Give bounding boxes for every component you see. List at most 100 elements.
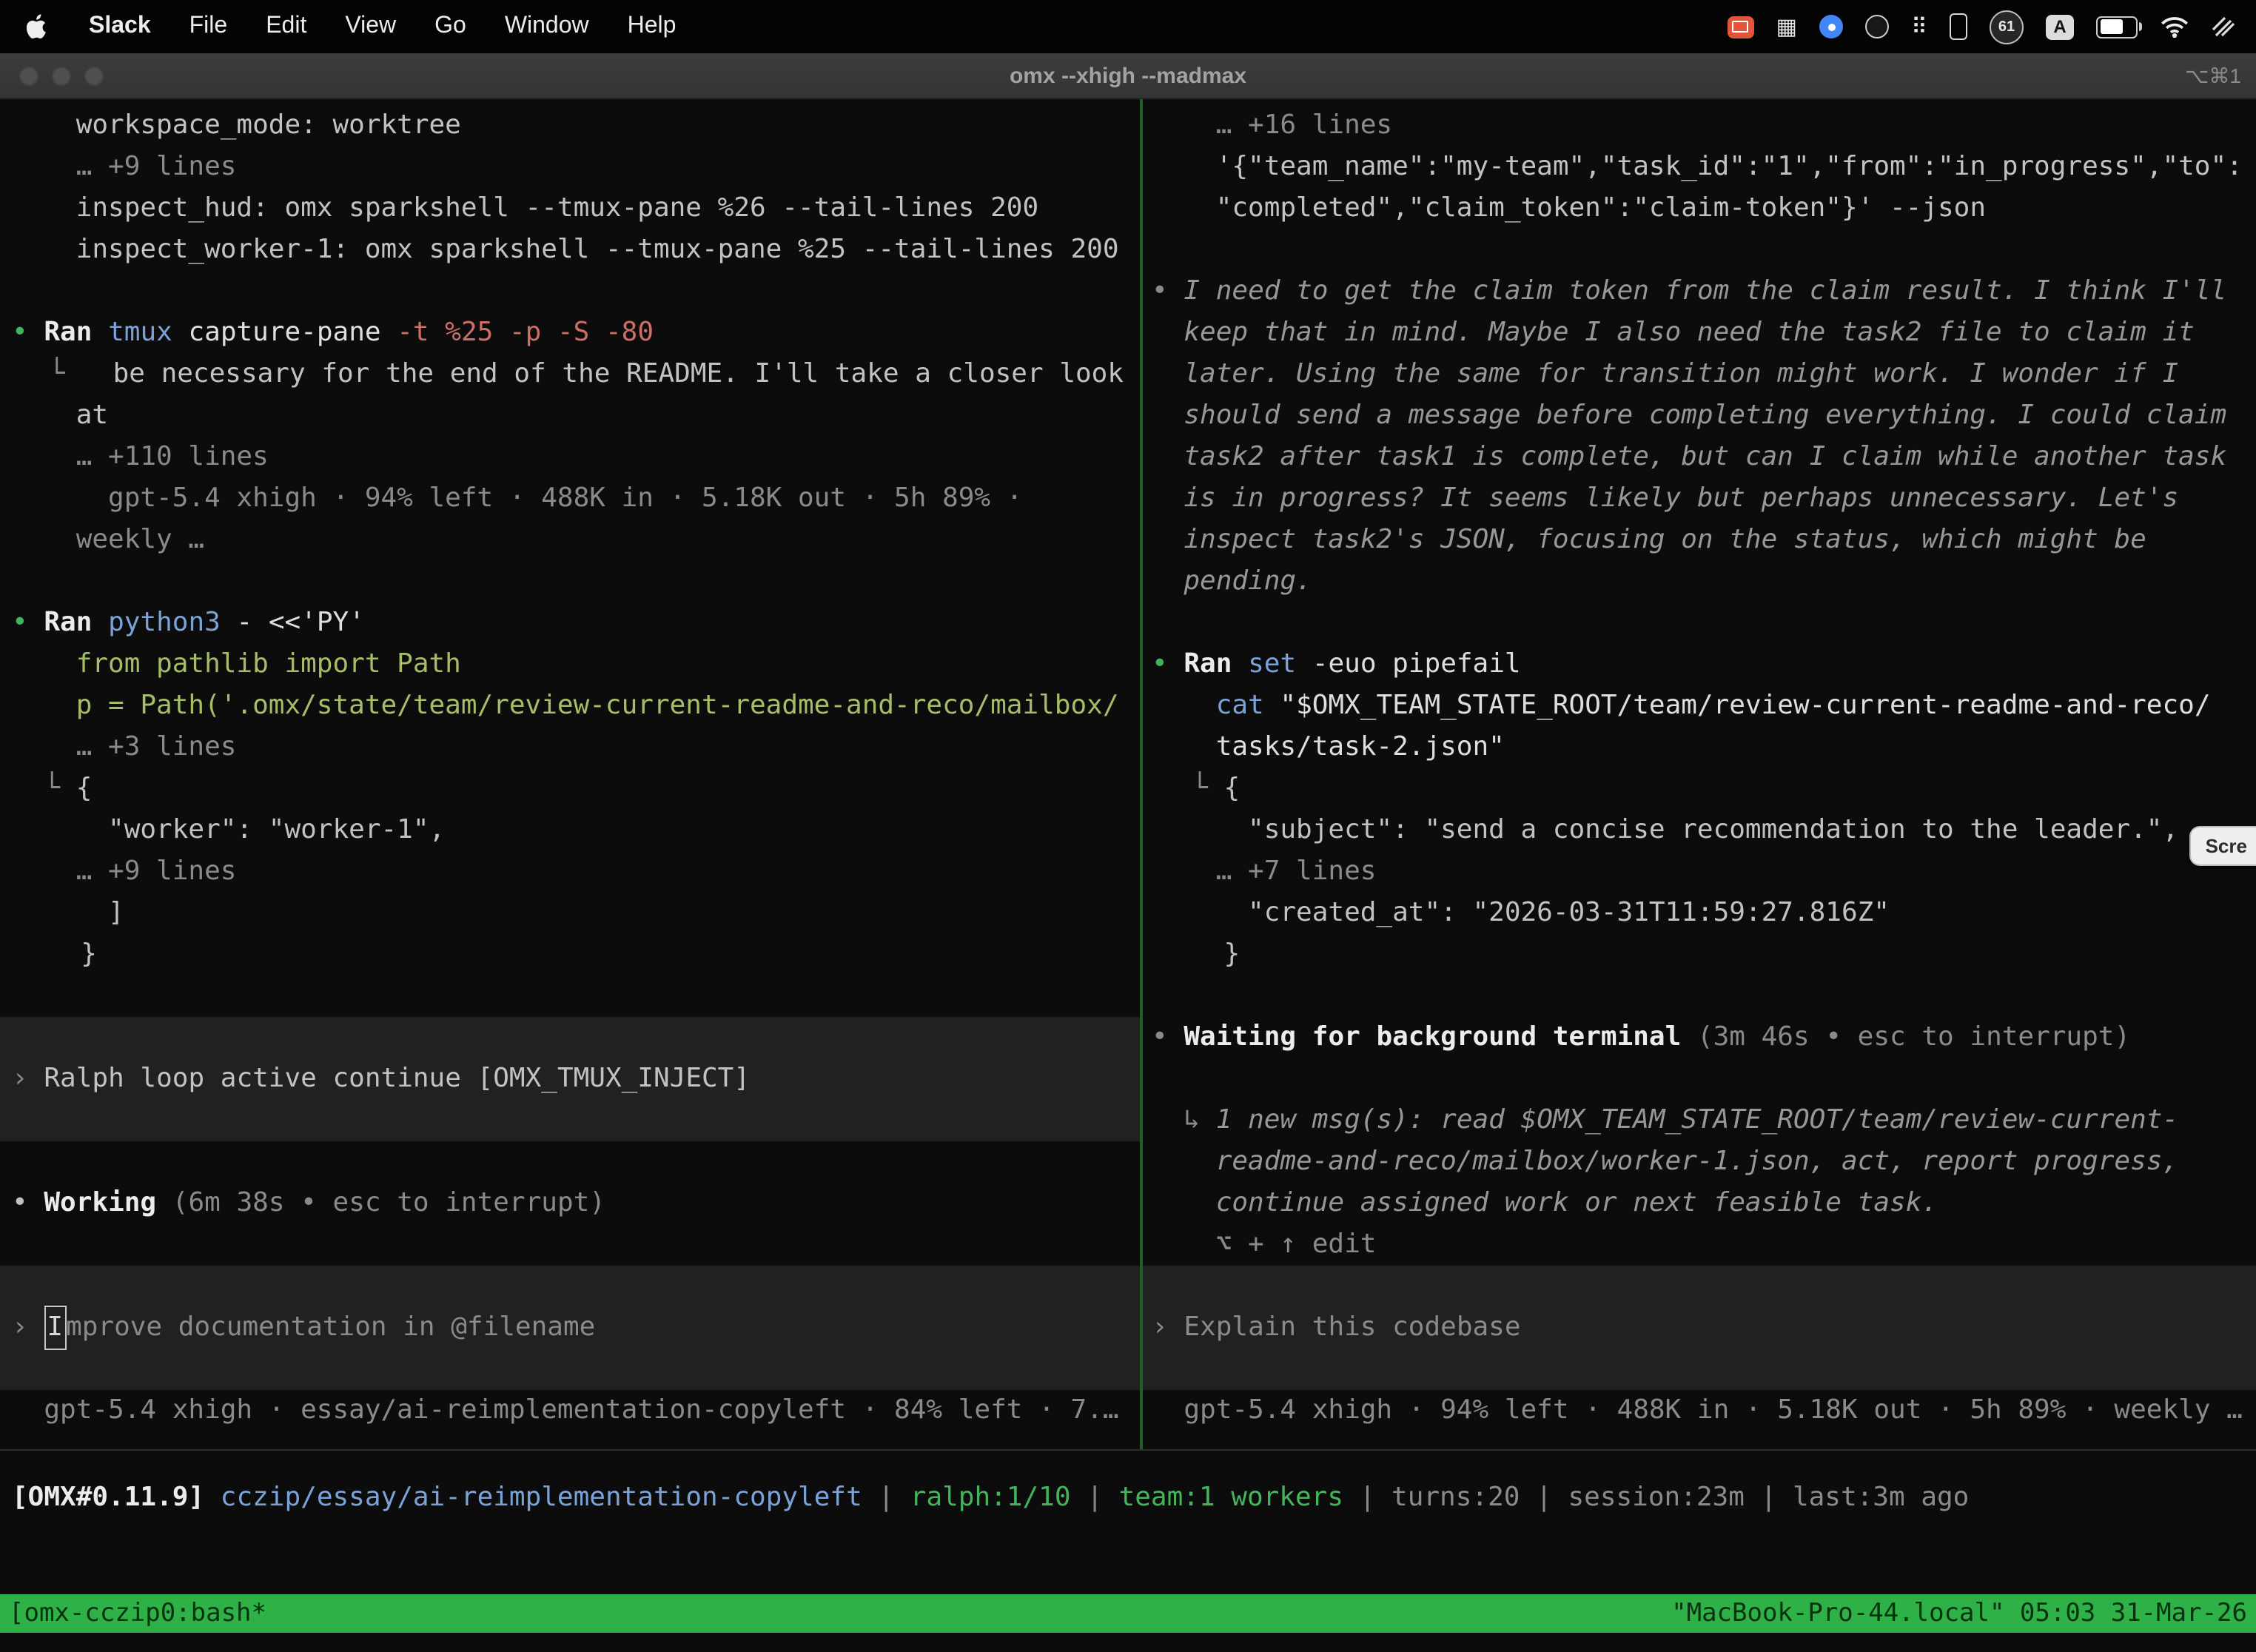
- window-title: omx --xhigh --madmax: [0, 63, 2256, 88]
- terminal-line: "created_at": "2026-03-31T11:59:27.816Z": [1143, 893, 2256, 934]
- text-segment: turns:20: [1391, 1482, 1520, 1513]
- text-segment: I need to get the claim token from the c…: [1184, 275, 2226, 306]
- text-segment: }: [1224, 939, 1241, 970]
- text-segment: later. Using the same for transition mig…: [1184, 358, 2178, 389]
- apps-grid-icon[interactable]: ⠿: [1911, 13, 1927, 40]
- terminal: workspace_mode: worktree … +9 lines inspec…: [0, 99, 2256, 1449]
- terminal-line: [0, 976, 1140, 1017]
- terminal-line: continue assigned work or next feasible …: [1143, 1183, 2256, 1224]
- terminal-line: '{"team_name":"my-team","task_id":"1","f…: [1143, 147, 2256, 188]
- dark-app-icon[interactable]: [1865, 15, 1889, 38]
- terminal-line: from pathlib import Path: [0, 644, 1140, 685]
- terminal-line: [0, 271, 1140, 312]
- battery-fill: [2100, 19, 2123, 34]
- terminal-line: • Waiting for background terminal (3m 46…: [1143, 1017, 2256, 1058]
- terminal-line: gpt-5.4 xhigh · essay/ai-reimplementatio…: [0, 1390, 1140, 1431]
- text-segment: 1 new msg(s): read $OMX_TEAM_STATE_ROOT/…: [1216, 1104, 2178, 1135]
- battery-percent-badge[interactable]: 61: [1990, 10, 2024, 44]
- text-segment: Waiting for background terminal: [1184, 1021, 1697, 1052]
- text-segment: ›: [12, 1058, 44, 1100]
- terminal-line: • I need to get the claim token from the…: [1143, 271, 2256, 312]
- text-segment: |: [862, 1482, 910, 1513]
- terminal-line: … +9 lines: [0, 147, 1140, 188]
- text-segment: ralph:1/10: [910, 1482, 1071, 1513]
- terminal-line: └ be necessary for the end of the README…: [0, 354, 1140, 395]
- text-segment: capture-pane: [188, 317, 397, 348]
- text-segment: Ran: [44, 317, 108, 348]
- terminal-line: readme-and-reco/mailbox/worker-1.json, a…: [1143, 1141, 2256, 1183]
- terminal-line: gpt-5.4 xhigh · 94% left · 488K in · 5.1…: [0, 478, 1140, 520]
- text-segment: inspect_worker-1: omx sparkshell --tmux-…: [76, 234, 1119, 265]
- terminal-line: should send a message before completing …: [1143, 395, 2256, 437]
- text-segment: [204, 1482, 221, 1513]
- text-segment: (3m 46s • esc to interrupt): [1697, 1021, 2130, 1052]
- terminal-line: └ {: [0, 768, 1140, 810]
- text-segment: Ran: [44, 607, 108, 638]
- terminal-line: • Ran tmux capture-pane -t %25 -p -S -80: [0, 312, 1140, 354]
- text-segment: Ran: [1184, 648, 1248, 679]
- text-segment: ⌥ + ↑ edit: [1216, 1229, 1377, 1260]
- terminal-line: [1143, 602, 2256, 644]
- text-segment: team:1 workers: [1119, 1482, 1343, 1513]
- menu-item-file[interactable]: File: [170, 13, 247, 40]
- terminal-line: p = Path('.omx/state/team/review-current…: [0, 685, 1140, 727]
- terminal-line: [1143, 229, 2256, 271]
- screen-recording-icon[interactable]: [1728, 16, 1754, 38]
- terminal-line: [1143, 1058, 2256, 1100]
- input-source-icon[interactable]: A: [2046, 14, 2074, 39]
- terminal-line: gpt-5.4 xhigh · 94% left · 488K in · 5.1…: [1143, 1390, 2256, 1431]
- text-segment: p = Path('.omx/state/team/review-current…: [76, 690, 1119, 721]
- battery-icon[interactable]: [2096, 16, 2138, 38]
- terminal-line: [0, 1224, 1140, 1266]
- signal-icon[interactable]: [2212, 16, 2235, 37]
- terminal-line: workspace_mode: worktree: [0, 105, 1140, 147]
- tmux-pane-right[interactable]: … +16 lines'{"team_name":"my-team","task…: [1143, 99, 2256, 1449]
- screen-overlay-tooltip[interactable]: Scre: [2189, 826, 2256, 866]
- menu-item-help[interactable]: Help: [608, 13, 696, 40]
- text-segment: readme-and-reco/mailbox/worker-1.json, a…: [1216, 1146, 2178, 1177]
- text-segment: tmux: [108, 317, 188, 348]
- terminal-line: later. Using the same for transition mig…: [1143, 354, 2256, 395]
- menu-app-name[interactable]: Slack: [70, 13, 170, 40]
- text-segment: |: [1745, 1482, 1793, 1513]
- omx-status-line: [OMX#0.11.9] cczip/essay/ai-reimplementa…: [0, 1451, 2256, 1519]
- text-segment: … +3 lines: [76, 731, 237, 762]
- terminal-line: "completed","claim_token":"claim-token"}…: [1143, 188, 2256, 229]
- terminal-line: }: [0, 934, 1140, 976]
- terminal-line: └ {: [1143, 768, 2256, 810]
- text-segment: •: [12, 607, 44, 638]
- text-segment: •: [12, 1187, 44, 1218]
- window-titlebar[interactable]: omx --xhigh --madmax ⌥⌘1: [0, 53, 2256, 99]
- battery-nub: [2138, 22, 2142, 31]
- terminal-line: [0, 561, 1140, 602]
- apple-logo-icon: [27, 13, 49, 40]
- text-segment: from pathlib import Path: [76, 648, 461, 679]
- apple-menu[interactable]: [0, 13, 70, 40]
- text-segment: ]: [108, 897, 124, 928]
- text-segment: inspect task2's JSON, focusing on the st…: [1184, 524, 2146, 555]
- text-segment: ↳: [1184, 1104, 1215, 1135]
- text-segment: Ralph loop active continue [OMX_TMUX_INJ…: [44, 1058, 750, 1100]
- device-icon[interactable]: [1950, 13, 1967, 40]
- text-segment: workspace_mode: worktree: [76, 110, 461, 141]
- grid-icon[interactable]: ▦: [1776, 13, 1797, 40]
- blue-app-icon[interactable]: [1819, 15, 1843, 38]
- text-segment: … +9 lines: [76, 856, 237, 887]
- menu-item-edit[interactable]: Edit: [246, 13, 326, 40]
- text-segment: }: [81, 939, 97, 970]
- menu-item-go[interactable]: Go: [415, 13, 486, 40]
- text-segment: gpt-5.4 xhigh · 94% left · 488K in · 5.1…: [108, 483, 1022, 514]
- wifi-icon[interactable]: [2160, 16, 2189, 38]
- text-segment: … +9 lines: [76, 151, 237, 182]
- text-segment: cczip/essay/ai-reimplementation-copyleft: [221, 1482, 862, 1513]
- tmux-pane-left[interactable]: workspace_mode: worktree … +9 lines inspec…: [0, 99, 1140, 1449]
- text-segment: keep that in mind. Maybe I also need the…: [1184, 317, 2194, 348]
- terminal-highlight-row: › Improve documentation in @filename: [0, 1266, 1140, 1390]
- text-segment: task2 after task1 is complete, but can I…: [1184, 441, 2226, 472]
- menu-item-view[interactable]: View: [326, 13, 415, 40]
- menu-item-window[interactable]: Window: [486, 13, 608, 40]
- terminal-line: … +16 lines: [1143, 105, 2256, 147]
- text-segment: session:23m: [1568, 1482, 1744, 1513]
- text-segment: should send a message before completing …: [1184, 400, 2226, 431]
- text-segment: weekly …: [76, 524, 204, 555]
